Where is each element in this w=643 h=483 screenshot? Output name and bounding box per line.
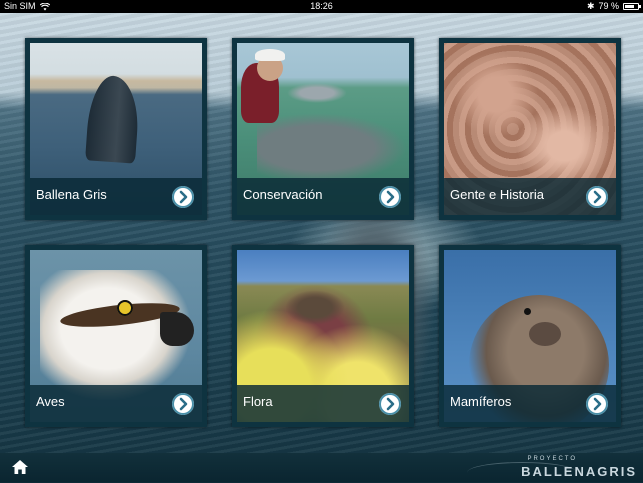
tile-label: Conservación — [243, 187, 323, 202]
chevron-right-icon[interactable] — [379, 186, 401, 208]
tile-gente-e-historia[interactable]: Gente e Historia — [439, 38, 621, 220]
tile-label: Ballena Gris — [36, 187, 107, 202]
tile-mamiferos[interactable]: Mamíferos — [439, 245, 621, 427]
tile-aves[interactable]: Aves — [25, 245, 207, 427]
home-icon[interactable] — [11, 459, 29, 475]
battery-icon — [623, 3, 641, 10]
tile-label: Flora — [243, 394, 273, 409]
bluetooth-icon: ✱ — [586, 1, 595, 11]
tile-label: Aves — [36, 394, 65, 409]
chevron-right-icon[interactable] — [586, 393, 608, 415]
chevron-right-icon[interactable] — [379, 393, 401, 415]
bottom-toolbar: PROYECTO BALLENAGRIS — [0, 453, 643, 482]
tile-conservacion[interactable]: Conservación — [232, 38, 414, 220]
chevron-right-icon[interactable] — [172, 186, 194, 208]
chevron-right-icon[interactable] — [172, 393, 194, 415]
status-bar: Sin SIM 18:26 ✱ 79 % — [0, 0, 643, 13]
tile-label: Gente e Historia — [450, 187, 544, 202]
brand-logo: PROYECTO BALLENAGRIS — [467, 456, 637, 481]
tile-flora[interactable]: Flora — [232, 245, 414, 427]
battery-percent: 79 % — [598, 1, 619, 11]
chevron-right-icon[interactable] — [586, 186, 608, 208]
tile-label: Mamíferos — [450, 394, 512, 409]
tile-ballena-gris[interactable]: Ballena Gris — [25, 38, 207, 220]
status-time: 18:26 — [310, 1, 333, 11]
